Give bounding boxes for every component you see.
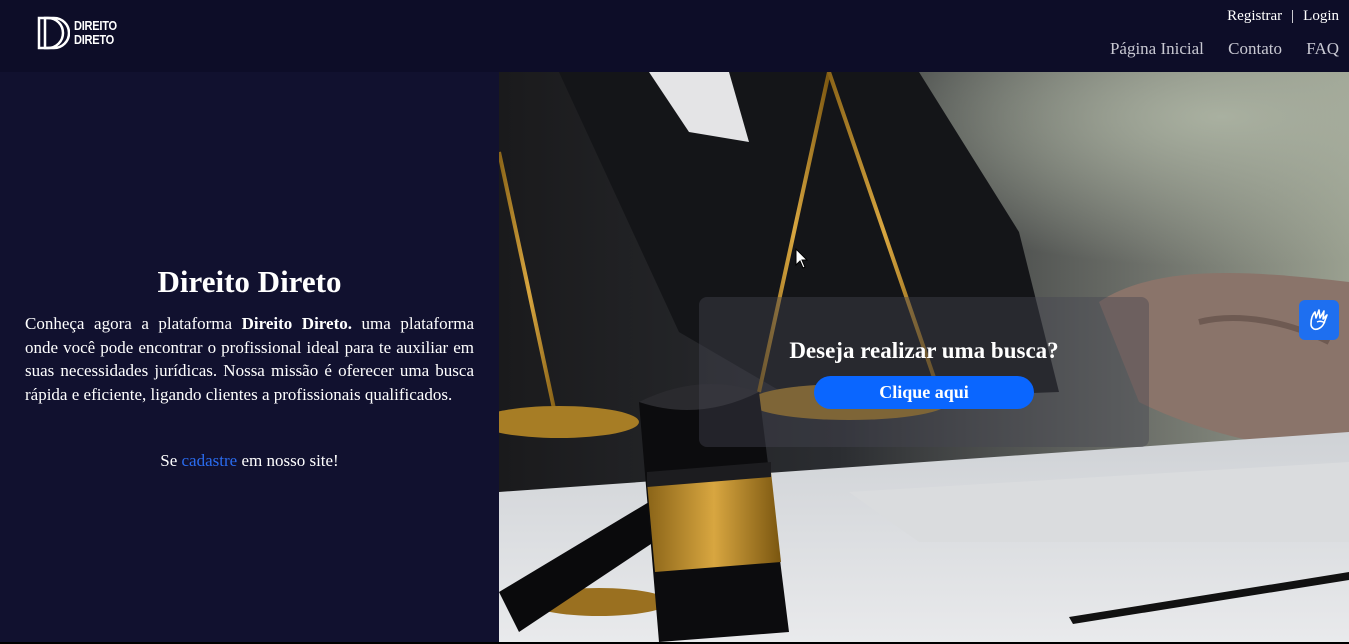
sign-language-hand-icon [1310, 309, 1328, 331]
accessibility-button[interactable] [1299, 300, 1339, 340]
auth-links: Registrar | Login [1227, 8, 1339, 25]
nav-contact[interactable]: Contato [1228, 39, 1282, 58]
logo-text: DIREITO DIRETO [74, 19, 117, 47]
desc-prefix: Conheça agora a plataforma [25, 314, 242, 333]
search-card: Deseja realizar uma busca? Clique aqui [699, 297, 1149, 447]
logo-line-2: DIRETO [74, 32, 115, 47]
signup-line: Se cadastre em nosso site! [0, 451, 499, 471]
signup-link[interactable]: cadastre [182, 451, 238, 470]
register-link[interactable]: Registrar [1227, 8, 1282, 24]
signup-suffix: em nosso site! [237, 451, 339, 470]
logo-line-1: DIREITO [74, 18, 117, 33]
top-header: DIREITO DIRETO Registrar | Login Página In… [0, 0, 1349, 72]
auth-separator: | [1291, 8, 1295, 24]
nav-faq[interactable]: FAQ [1306, 39, 1339, 58]
login-link[interactable]: Login [1303, 8, 1339, 24]
nav-home[interactable]: Página Inicial [1110, 39, 1204, 58]
search-button[interactable]: Clique aqui [814, 376, 1034, 409]
site-logo[interactable]: DIREITO DIRETO [36, 15, 124, 51]
intro-panel: Direito Direto Conheça agora a plataform… [0, 72, 499, 642]
signup-prefix: Se [160, 451, 182, 470]
intro-title: Direito Direto [157, 264, 342, 299]
desc-brand: Direito Direto. [241, 314, 353, 333]
main-nav: Página Inicial Contato FAQ [1090, 39, 1339, 59]
mouse-cursor-icon [795, 248, 809, 269]
search-question: Deseja realizar uma busca? [789, 338, 1059, 363]
logo-dd-icon [37, 16, 70, 50]
intro-description: Conheça agora a plataforma Direito Diret… [25, 312, 474, 406]
